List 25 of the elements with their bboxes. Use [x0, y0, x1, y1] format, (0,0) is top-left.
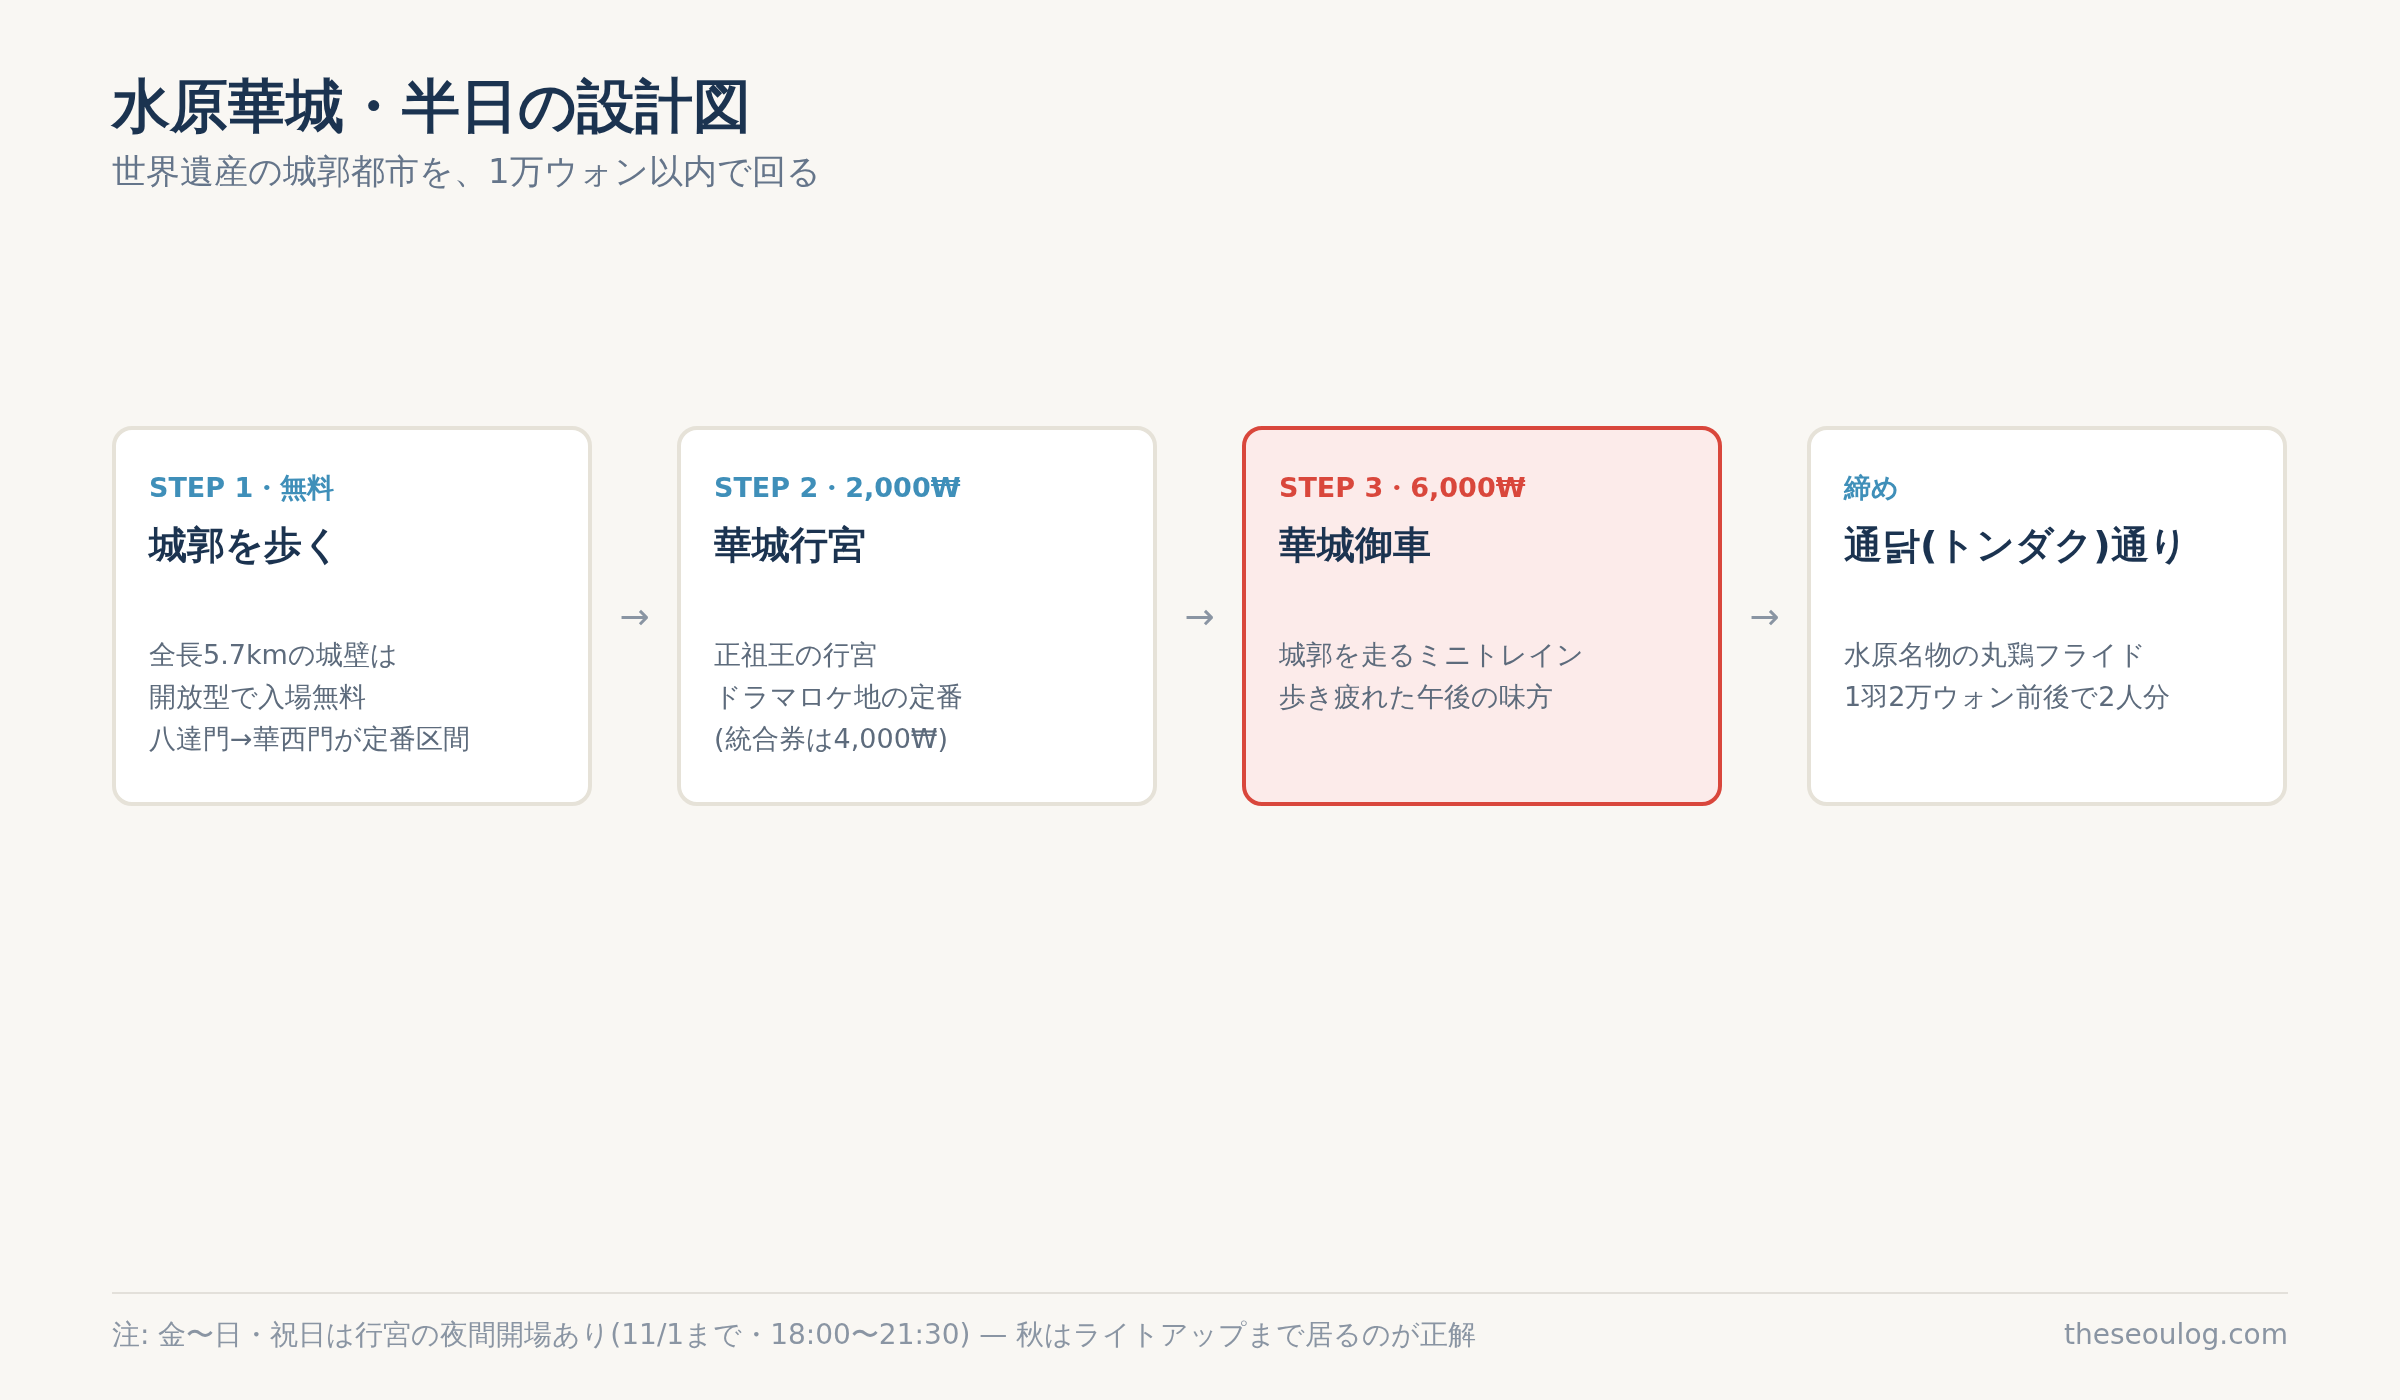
step-title: 華城行宮	[714, 522, 866, 569]
step-title: 通닭(トンダク)通り	[1844, 522, 2188, 569]
description-line: 1羽2万ウォン前後で2人分	[1844, 680, 2170, 714]
description-line: 水原名物の丸鶏フライド	[1844, 638, 2146, 672]
description-line: 城郭を走るミニトレイン	[1279, 638, 1584, 672]
arrow-icon: →	[1184, 595, 1215, 637]
description-line: 正祖王の行宮	[714, 638, 877, 672]
step-label: STEP 3・6,000₩	[1279, 471, 1526, 505]
page-title: 水原華城・半日の設計図	[112, 71, 751, 142]
description-line: 全長5.7kmの城壁は	[149, 638, 398, 672]
step-title: 城郭を歩く	[149, 522, 341, 569]
description-line: 八達門→華西門が定番区間	[149, 722, 470, 756]
footnote: 注: 金〜日・祝日は行宮の夜間開場あり(11/1まで・18:00〜21:30) — 秋はライトアップまで居るのが正解	[112, 1317, 1477, 1353]
description-line: (統合券は4,000₩)	[714, 722, 949, 756]
step-label: STEP 2・2,000₩	[714, 471, 961, 505]
description-line: 歩き疲れた午後の味方	[1279, 680, 1553, 714]
site-name: theseoulog.com	[2063, 1317, 2288, 1353]
description-line: ドラマロケ地の定番	[714, 680, 963, 714]
page-subtitle: 世界遺産の城郭都市を、1万ウォン以内で回る	[112, 150, 821, 193]
step-label: 締め	[1844, 471, 1899, 505]
step-title: 華城御車	[1279, 522, 1431, 569]
description-line: 開放型で入場無料	[149, 680, 366, 714]
step-label: STEP 1・無料	[149, 471, 335, 505]
arrow-icon: →	[619, 595, 650, 637]
arrow-icon: →	[1749, 595, 1780, 637]
